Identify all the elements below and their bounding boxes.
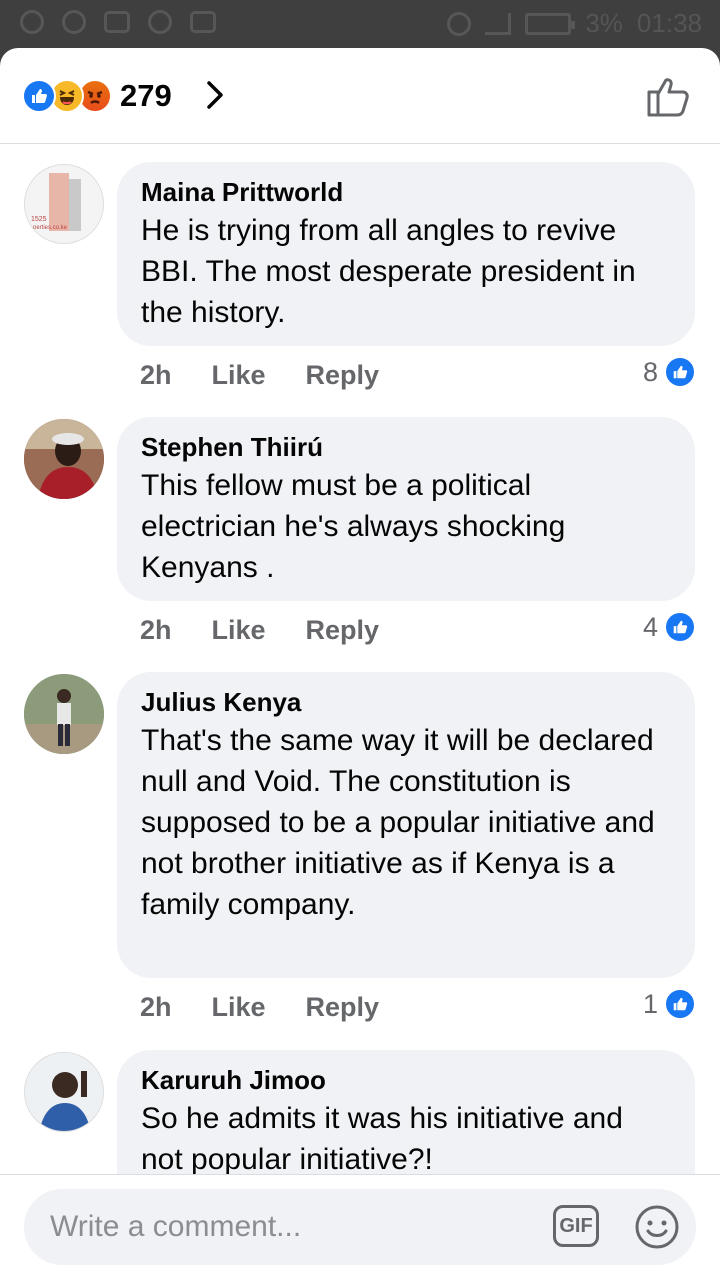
- comments-sheet: 279 1525 perties.co.ke Maina Prittworld H…: [0, 48, 720, 1280]
- comment-input-placeholder: Write a comment...: [50, 1210, 302, 1243]
- comment-like-count[interactable]: 1: [643, 988, 696, 1020]
- comment-time[interactable]: 2h: [140, 615, 172, 646]
- comment-text: That's the same way it will be declared …: [141, 724, 655, 921]
- like-badge-icon: [664, 611, 696, 643]
- signal-icon: [485, 12, 512, 35]
- like-badge-icon: [664, 988, 696, 1020]
- status-notification-icons: [20, 10, 216, 34]
- battery-percent: 3%: [585, 8, 623, 38]
- avatar[interactable]: [24, 1052, 104, 1132]
- avatar[interactable]: [24, 674, 104, 754]
- status-bar: 3% 01:38: [0, 0, 720, 48]
- emoji-icon[interactable]: [634, 1204, 680, 1250]
- status-system-icons: 3% 01:38: [447, 8, 702, 39]
- comments-list: 1525 perties.co.ke Maina Prittworld He is…: [0, 144, 720, 1174]
- comment-like-count[interactable]: 8: [643, 356, 696, 388]
- comment-author[interactable]: Julius Kenya: [141, 686, 671, 718]
- comment-text: He is trying from all angles to revive B…: [141, 214, 636, 329]
- comment-bubble[interactable]: Maina Prittworld He is trying from all a…: [117, 162, 695, 346]
- reply-comment-button[interactable]: Reply: [306, 360, 380, 391]
- image-notification-icon: [104, 11, 130, 33]
- comment-composer: Write a comment... GIF: [0, 1174, 720, 1280]
- mail-icon: [190, 11, 216, 33]
- gif-button[interactable]: GIF: [553, 1205, 599, 1247]
- comment-author[interactable]: Maina Prittworld: [141, 176, 671, 208]
- like-badge-icon: [664, 356, 696, 388]
- comment-time[interactable]: 2h: [140, 992, 172, 1023]
- comment-text: This fellow must be a political electric…: [141, 469, 566, 584]
- wifi-icon: [447, 11, 472, 36]
- reply-comment-button[interactable]: Reply: [306, 615, 380, 646]
- avatar[interactable]: 1525 perties.co.ke: [24, 164, 104, 244]
- like-comment-button[interactable]: Like: [212, 360, 266, 391]
- comment-input[interactable]: Write a comment... GIF: [24, 1189, 696, 1265]
- comment-bubble[interactable]: Julius Kenya That's the same way it will…: [117, 672, 695, 978]
- comment-actions: 2h Like Reply: [140, 360, 379, 391]
- svg-text:perties.co.ke: perties.co.ke: [33, 225, 68, 231]
- comment-author[interactable]: Karuruh Jimoo: [141, 1064, 671, 1096]
- comment-like-count[interactable]: 4: [643, 611, 696, 643]
- reply-comment-button[interactable]: Reply: [306, 992, 380, 1023]
- comment-text: So he admits it was his initiative and n…: [141, 1102, 623, 1174]
- reaction-count: 279: [120, 78, 172, 113]
- like-count: 4: [642, 611, 658, 642]
- reactions-header: 279: [0, 48, 720, 144]
- comment-author[interactable]: Stephen Thiirú: [141, 431, 671, 463]
- avatar[interactable]: [24, 419, 104, 499]
- clock: 01:38: [636, 8, 702, 38]
- hotspot-icon: [20, 10, 44, 34]
- like-reaction-icon: [22, 79, 56, 113]
- chevron-right-icon[interactable]: [200, 80, 230, 110]
- like-comment-button[interactable]: Like: [212, 992, 266, 1023]
- reactions-summary[interactable]: 279: [22, 78, 172, 114]
- comment-bubble[interactable]: Karuruh Jimoo So he admits it was his in…: [117, 1050, 695, 1174]
- sync-icon: [148, 10, 172, 34]
- like-count: 8: [642, 356, 658, 387]
- like-count: 1: [642, 988, 658, 1019]
- comment-time[interactable]: 2h: [140, 360, 172, 391]
- like-comment-button[interactable]: Like: [212, 615, 266, 646]
- comment-actions: 2h Like Reply: [140, 615, 379, 646]
- comment-bubble[interactable]: Stephen Thiirú This fellow must be a pol…: [117, 417, 695, 601]
- battery-icon: [525, 12, 576, 35]
- app-notification-icon: [62, 10, 86, 34]
- like-post-thumb-icon[interactable]: [646, 74, 692, 118]
- comment-actions: 2h Like Reply: [140, 992, 379, 1023]
- svg-text:1525: 1525: [31, 216, 47, 223]
